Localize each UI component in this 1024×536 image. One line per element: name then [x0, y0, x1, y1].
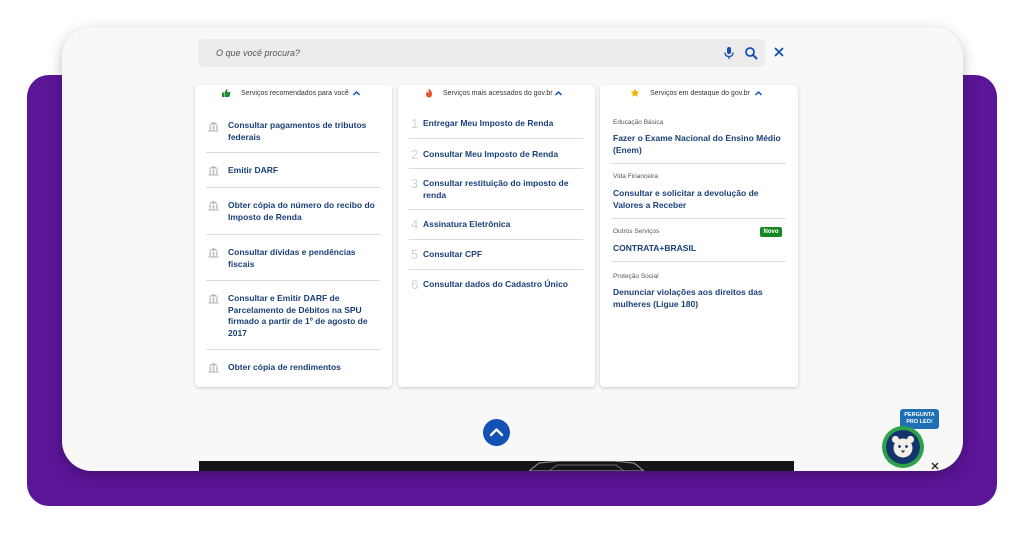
most-accessed-item[interactable]: 6 Consultar dados do Cadastro Único — [409, 270, 583, 300]
rank-number: 5 — [411, 247, 419, 262]
hero-banner — [199, 461, 794, 471]
recommended-services-title: Serviços recomendados para você — [241, 90, 349, 97]
most-accessed-item-label: Consultar CPF — [423, 249, 483, 259]
featured-item-category: Outros Serviços — [613, 228, 660, 235]
most-accessed-item[interactable]: 1 Entregar Meu Imposto de Renda — [409, 108, 583, 139]
recommended-services-header[interactable]: Serviços recomendados para você — [195, 85, 392, 105]
bank-icon — [208, 122, 219, 132]
thumbs-up-icon — [222, 89, 231, 97]
recommended-item[interactable]: Consultar dívidas e pendências fiscais — [206, 235, 380, 281]
featured-item-category: Educação Básica — [613, 119, 664, 126]
featured-item-label: Consultar e solicitar a devolução de Val… — [613, 188, 759, 210]
recommended-item-label: Consultar e Emitir DARF de Parcelamento … — [228, 293, 368, 338]
featured-item-category: Vida Financeira — [613, 173, 659, 180]
rank-number: 2 — [411, 147, 419, 162]
search-icon[interactable] — [744, 46, 758, 60]
recommended-item[interactable]: Emitir DARF — [206, 153, 380, 188]
chevron-up-icon[interactable] — [754, 89, 763, 98]
most-accessed-item-label: Consultar dados do Cadastro Único — [423, 279, 568, 289]
recommended-item-label: Consultar dívidas e pendências fiscais — [228, 247, 356, 269]
back-to-top-button[interactable] — [483, 419, 510, 446]
most-accessed-services-header[interactable]: Serviços mais acessados do gov.br — [398, 85, 595, 105]
rank-number: 1 — [411, 116, 419, 131]
recommended-item[interactable]: Consultar e Emitir DARF de Parcelamento … — [206, 281, 380, 350]
featured-item-category: Proteção Social — [613, 273, 659, 280]
featured-item[interactable]: Vida Financeira Consultar e solicitar a … — [611, 164, 786, 219]
rank-number: 4 — [411, 217, 419, 232]
recommended-item-label: Emitir DARF — [228, 165, 279, 175]
rank-number: 6 — [411, 277, 419, 292]
leo-avatar-icon — [882, 426, 924, 468]
most-accessed-item[interactable]: 4 Assinatura Eletrônica — [409, 210, 583, 240]
microphone-icon[interactable] — [722, 46, 736, 60]
featured-item[interactable]: Proteção Social Denunciar violações aos … — [611, 262, 786, 322]
most-accessed-item-label: Consultar restituição do imposto de rend… — [423, 178, 569, 200]
recommended-services-card: Serviços recomendados para você Consulta… — [195, 85, 392, 387]
bank-icon — [208, 363, 219, 373]
recommended-item-label: Obter cópia do número do recibo do Impos… — [228, 200, 375, 222]
chevron-up-icon — [489, 428, 504, 437]
bank-icon — [208, 201, 219, 211]
banner-logo-icon — [529, 461, 644, 471]
close-icon[interactable] — [773, 46, 785, 58]
search-input[interactable] — [198, 39, 698, 67]
chevron-up-icon[interactable] — [554, 89, 563, 98]
services-panel: Serviços recomendados para você Consulta… — [62, 27, 963, 471]
close-assistant-icon[interactable] — [931, 462, 939, 470]
most-accessed-item[interactable]: 2 Consultar Meu Imposto de Renda — [409, 139, 583, 169]
search-bar — [198, 39, 765, 67]
bank-icon — [208, 294, 219, 304]
star-icon — [630, 88, 640, 97]
most-accessed-item-label: Assinatura Eletrônica — [423, 219, 511, 229]
most-accessed-services-title: Serviços mais acessados do gov.br — [443, 90, 553, 97]
recommended-item-label: Consultar pagamentos de tributos federai… — [228, 120, 367, 142]
featured-item[interactable]: Outros Serviços Novo CONTRATA+BRASIL — [611, 219, 786, 262]
leo-badge-line1: PERGUNTA — [904, 412, 935, 418]
most-accessed-services-card: Serviços mais acessados do gov.br 1 Entr… — [398, 85, 595, 387]
recommended-item-label: Obter cópia de rendimentos — [228, 362, 341, 372]
featured-services-card: Serviços em destaque do gov.br Educação … — [600, 85, 798, 387]
recommended-item[interactable]: Obter cópia do número do recibo do Impos… — [206, 188, 380, 235]
new-badge: Novo — [760, 227, 782, 237]
most-accessed-item-label: Entregar Meu Imposto de Renda — [423, 118, 554, 128]
bank-icon — [208, 166, 219, 176]
most-accessed-item[interactable]: 3 Consultar restituição do imposto de re… — [409, 169, 583, 210]
featured-item-label: CONTRATA+BRASIL — [613, 243, 697, 253]
flame-icon — [425, 88, 433, 98]
most-accessed-item-label: Consultar Meu Imposto de Renda — [423, 149, 559, 159]
most-accessed-item[interactable]: 5 Consultar CPF — [409, 240, 583, 270]
featured-item-label: Fazer o Exame Nacional do Ensino Médio (… — [613, 133, 781, 155]
recommended-item[interactable]: Consultar pagamentos de tributos federai… — [206, 108, 380, 153]
recommended-item[interactable]: Obter cópia de rendimentos — [206, 350, 380, 384]
rank-number: 3 — [411, 176, 419, 191]
featured-item[interactable]: Educação Básica Fazer o Exame Nacional d… — [611, 108, 786, 164]
featured-services-header[interactable]: Serviços em destaque do gov.br — [600, 85, 798, 105]
featured-services-title: Serviços em destaque do gov.br — [650, 90, 750, 97]
chevron-up-icon[interactable] — [352, 89, 361, 98]
featured-item-label: Denunciar violações aos direitos das mul… — [613, 287, 763, 309]
bank-icon — [208, 248, 219, 258]
